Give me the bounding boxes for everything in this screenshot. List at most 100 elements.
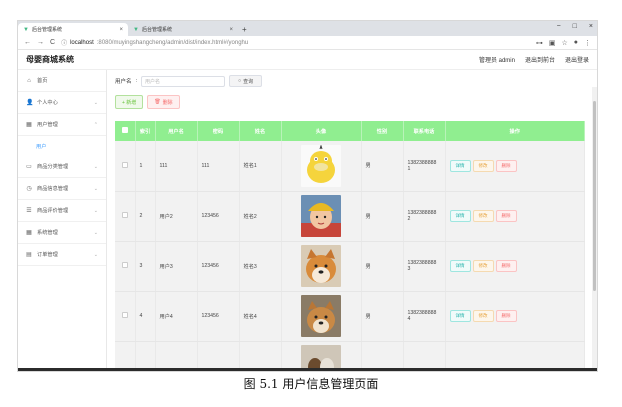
sidebar-item-user[interactable]: 用户: [18, 136, 106, 156]
browser-tab[interactable]: ▼ 后台管理系统 ×: [18, 23, 128, 36]
new-tab-button[interactable]: +: [238, 23, 251, 36]
edit-button[interactable]: 修改: [472, 260, 494, 272]
cell-password: 123456: [197, 241, 240, 292]
delete-button[interactable]: 删除: [495, 159, 517, 172]
cell-gender: 男: [361, 241, 404, 292]
minimize-button[interactable]: −: [557, 23, 561, 30]
translate-icon[interactable]: ▣: [549, 39, 556, 47]
cell-avatar: [281, 291, 362, 342]
sidebar-item-label: 用户管理: [37, 122, 58, 128]
add-button[interactable]: + 新增: [115, 95, 144, 109]
avatar-image: [301, 295, 341, 337]
trash-icon: 🗑: [154, 99, 161, 105]
chevron-down-icon: ⌄: [93, 251, 98, 258]
detail-button[interactable]: 详情: [449, 159, 471, 172]
batch-delete-button[interactable]: 🗑 删除: [147, 95, 180, 109]
sidebar-item-home[interactable]: ⌂ 首页: [18, 70, 106, 92]
sidebar-item-user-management[interactable]: ▦ 用户管理 ⌃: [18, 114, 106, 136]
avatar-image: [301, 195, 341, 237]
back-to-front-link[interactable]: 退出到前台: [525, 55, 555, 64]
app-title: 母婴商城系统: [26, 55, 74, 64]
username-search-input[interactable]: 用户名: [141, 75, 226, 87]
forward-icon[interactable]: →: [37, 39, 44, 46]
maximize-button[interactable]: □: [573, 23, 577, 30]
tab-title: 后台管理系统: [31, 27, 62, 33]
url-path: :8080/muyingshangcheng/admin/dist/index.…: [96, 39, 249, 46]
cell-phone: 1382388888 2: [403, 191, 446, 242]
edit-button[interactable]: 修改: [472, 210, 494, 222]
chevron-down-icon: ⌄: [93, 163, 98, 170]
scrollbar-thumb[interactable]: [593, 101, 596, 291]
cell-avatar: [281, 141, 362, 192]
figure-caption: 图 5.1 用户信息管理页面: [243, 377, 379, 391]
col-header: 性别: [361, 121, 404, 141]
sidebar-item-label: 个人中心: [37, 100, 58, 106]
avatar-image: [301, 144, 341, 187]
search-bar: 用户名: 用户名 ○ 查询: [115, 72, 589, 90]
detail-button[interactable]: 详情: [449, 210, 471, 222]
back-icon[interactable]: ←: [24, 39, 31, 46]
table-header-row: 索引 用户名 密码 姓名 头像 性别 联系电话 操作: [115, 121, 585, 141]
delete-button[interactable]: 删除: [495, 210, 517, 222]
close-window-button[interactable]: ×: [589, 23, 593, 30]
chevron-down-icon: ⌄: [93, 207, 98, 214]
logout-link[interactable]: 退出登录: [565, 55, 589, 64]
edit-button[interactable]: 修改: [472, 159, 494, 172]
vertical-scrollbar[interactable]: [592, 87, 597, 371]
select-all-header[interactable]: [115, 121, 136, 141]
sidebar-item-label: 用户: [36, 143, 47, 150]
reload-icon[interactable]: C: [50, 39, 55, 46]
key-icon[interactable]: ⊶: [536, 39, 543, 47]
browser-tab[interactable]: ▼ 后台管理系统 ×: [128, 23, 238, 36]
user-table: 索引 用户名 密码 姓名 头像 性别 联系电话 操作 1 111 111 姓名1…: [115, 121, 585, 371]
app-header: 母婴商城系统 管理员 admin 退出到前台 退出登录: [18, 50, 597, 70]
row-checkbox[interactable]: [121, 312, 128, 318]
cell-name: 姓名2: [239, 191, 282, 242]
delete-button[interactable]: 删除: [495, 310, 517, 322]
close-icon[interactable]: ×: [119, 27, 123, 33]
row-checkbox[interactable]: [121, 212, 128, 218]
detail-button[interactable]: 详情: [449, 260, 471, 272]
col-header: 操作: [445, 121, 585, 141]
url-host: localhost: [70, 39, 94, 46]
sidebar-item-product[interactable]: ◷ 商品信息管理 ⌄: [18, 178, 106, 200]
tab-title: 后台管理系统: [141, 27, 172, 33]
row-checkbox[interactable]: [121, 262, 128, 268]
cell-gender: 男: [361, 191, 404, 242]
account-icon[interactable]: ●: [574, 39, 578, 46]
star-icon[interactable]: ☆: [561, 39, 567, 47]
cell-name: 姓名1: [239, 141, 282, 192]
delete-button[interactable]: 删除: [495, 260, 517, 272]
cell-index: 1: [135, 141, 156, 192]
chevron-up-icon: ⌃: [93, 121, 98, 128]
cell-actions: 详情 修改 删除: [445, 191, 585, 242]
select-all-checkbox[interactable]: [121, 127, 128, 133]
grid-icon: ▦: [26, 122, 32, 128]
table-row: 2 用户2 123456 姓名2 男 1382388888 2 详情 修改 删除: [115, 191, 585, 242]
col-header: 头像: [281, 121, 362, 141]
chevron-down-icon: ⌄: [93, 185, 98, 192]
sidebar-item-review[interactable]: ☰ 商品评价管理 ⌄: [18, 200, 106, 222]
vue-logo-icon: ▼: [23, 26, 29, 33]
edit-button[interactable]: 修改: [472, 310, 494, 322]
chevron-down-icon: ⌄: [93, 99, 98, 106]
sidebar-item-category[interactable]: ▭ 商品分类管理 ⌄: [18, 156, 106, 178]
close-icon[interactable]: ×: [229, 27, 233, 33]
cell-name: 姓名4: [239, 291, 282, 342]
cell-name: 姓名3: [239, 241, 282, 292]
cell-username: 用户4: [155, 291, 198, 342]
sidebar-item-label: 订单管理: [37, 252, 58, 258]
query-button[interactable]: ○ 查询: [229, 75, 263, 87]
menu-icon[interactable]: ⋮: [584, 39, 591, 47]
sidebar-item-system[interactable]: ▦ 系统管理 ⌄: [18, 222, 106, 244]
url-field[interactable]: ⓘ localhost:8080/muyingshangcheng/admin/…: [61, 38, 530, 48]
table-row: 3 用户3 123456 姓名3 男 1382388888 3 详情 修改 删除: [115, 241, 585, 292]
card-icon: ▭: [26, 164, 32, 170]
document-icon: ▤: [26, 252, 32, 258]
cell-avatar: [281, 191, 362, 242]
sidebar-item-orders[interactable]: ▤ 订单管理 ⌄: [18, 244, 106, 266]
sidebar-item-personal-center[interactable]: 👤 个人中心 ⌄: [18, 92, 106, 114]
row-checkbox[interactable]: [121, 161, 128, 168]
detail-button[interactable]: 详情: [449, 310, 471, 322]
sidebar: ⌂ 首页 👤 个人中心 ⌄ ▦ 用户管理 ⌃ 用户 ▭ 商品分类管理 ⌄ ◷ 商…: [18, 70, 107, 371]
